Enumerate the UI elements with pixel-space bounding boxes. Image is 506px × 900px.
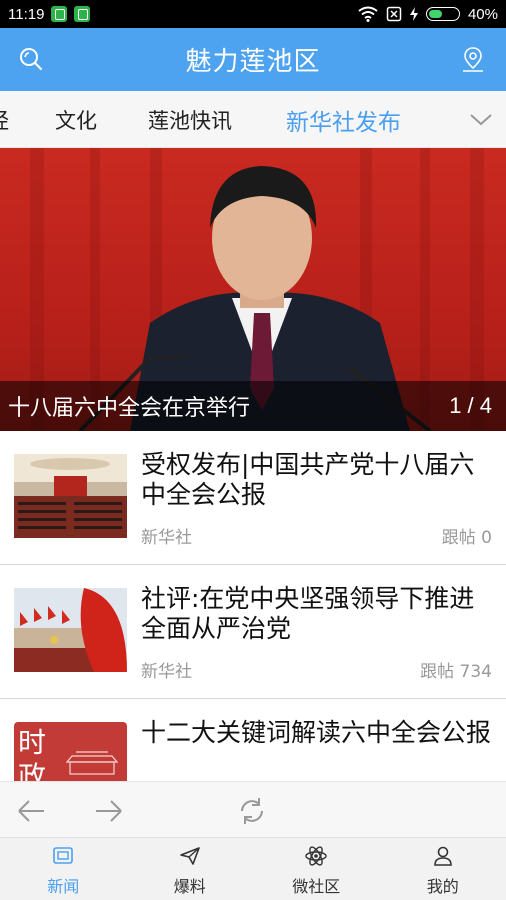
status-bar: 11:19 40% [0, 0, 506, 28]
news-source: 新华社 [141, 662, 192, 682]
app-header: 魅力莲池区 [0, 28, 506, 91]
banner-pager: 1 / 4 [449, 393, 492, 418]
page-title: 魅力莲池区 [185, 47, 321, 77]
news-list-item[interactable]: 受权发布|中国共产党十八届六中全会公报 新华社 跟帖 0 [0, 432, 506, 565]
tiananmen-graphic [65, 751, 119, 775]
banner-caption: 十八届六中全会在京举行 [8, 396, 251, 421]
back-arrow-icon[interactable] [16, 796, 46, 826]
news-thumbnail [14, 454, 127, 538]
tab-community-label: 微社区 [292, 877, 341, 896]
news-list-item[interactable]: 社评:在党中央坚强领导下推进全面从严治党 新华社 跟帖 734 [0, 566, 506, 699]
news-comment-count: 跟帖 0 [441, 528, 492, 548]
wifi-icon [358, 6, 378, 22]
channel-tabs: 经 文化 莲池快讯 新华社发布 [0, 91, 506, 148]
tab-profile-label: 我的 [426, 877, 459, 896]
send-icon [179, 847, 200, 865]
app-notification-icon [51, 6, 68, 22]
tab-news-label: 新闻 [47, 877, 80, 896]
status-time: 11:19 [8, 5, 45, 23]
charging-icon [409, 7, 418, 21]
chevron-down-icon[interactable] [468, 109, 494, 129]
news-headline: 十二大关键词解读六中全会公报 [141, 718, 492, 747]
location-pin-icon[interactable] [460, 45, 486, 73]
news-thumbnail [14, 588, 127, 672]
tab-lianchi-news[interactable]: 莲池快讯 [148, 105, 232, 135]
tab-community[interactable]: 微社区 [253, 838, 380, 900]
news-list-item[interactable]: 时政 十二大关键词解读六中全会公报 [0, 700, 506, 781]
news-headline: 受权发布|中国共产党十八届六中全会公报 [141, 450, 475, 509]
tab-xinhua-release[interactable]: 新华社发布 [286, 103, 401, 137]
user-icon [433, 846, 452, 866]
atom-icon [305, 846, 327, 866]
refresh-icon[interactable] [237, 796, 267, 826]
bottom-tab-bar: 新闻 爆料 微社区 我的 [0, 837, 506, 900]
forward-arrow-icon[interactable] [94, 796, 124, 826]
app-notification-icon-2 [74, 6, 91, 22]
news-headline: 社评:在党中央坚强领导下推进全面从严治党 [141, 584, 475, 643]
banner-carousel[interactable]: 十八届六中全会在京举行 1 / 4 [0, 148, 506, 431]
thumbnail-label: 时政 [18, 726, 47, 781]
tab-culture[interactable]: 文化 [55, 105, 97, 135]
battery-icon [425, 7, 460, 21]
tab-profile[interactable]: 我的 [380, 838, 506, 900]
news-icon [53, 847, 74, 864]
browser-nav-bar [0, 781, 506, 837]
tab-report[interactable]: 爆料 [127, 838, 254, 900]
news-source: 新华社 [141, 528, 192, 548]
no-sim-icon [386, 6, 402, 22]
banner-caption-bar: 十八届六中全会在京举行 1 / 4 [0, 381, 506, 431]
news-comment-count: 跟帖 734 [420, 662, 492, 682]
battery-percent: 40% [467, 5, 498, 23]
tab-report-label: 爆料 [173, 877, 206, 896]
news-thumbnail: 时政 [14, 722, 127, 781]
search-icon[interactable] [18, 46, 44, 72]
tab-news[interactable]: 新闻 [0, 838, 127, 900]
tab-channel-economy[interactable]: 经 [0, 105, 9, 135]
